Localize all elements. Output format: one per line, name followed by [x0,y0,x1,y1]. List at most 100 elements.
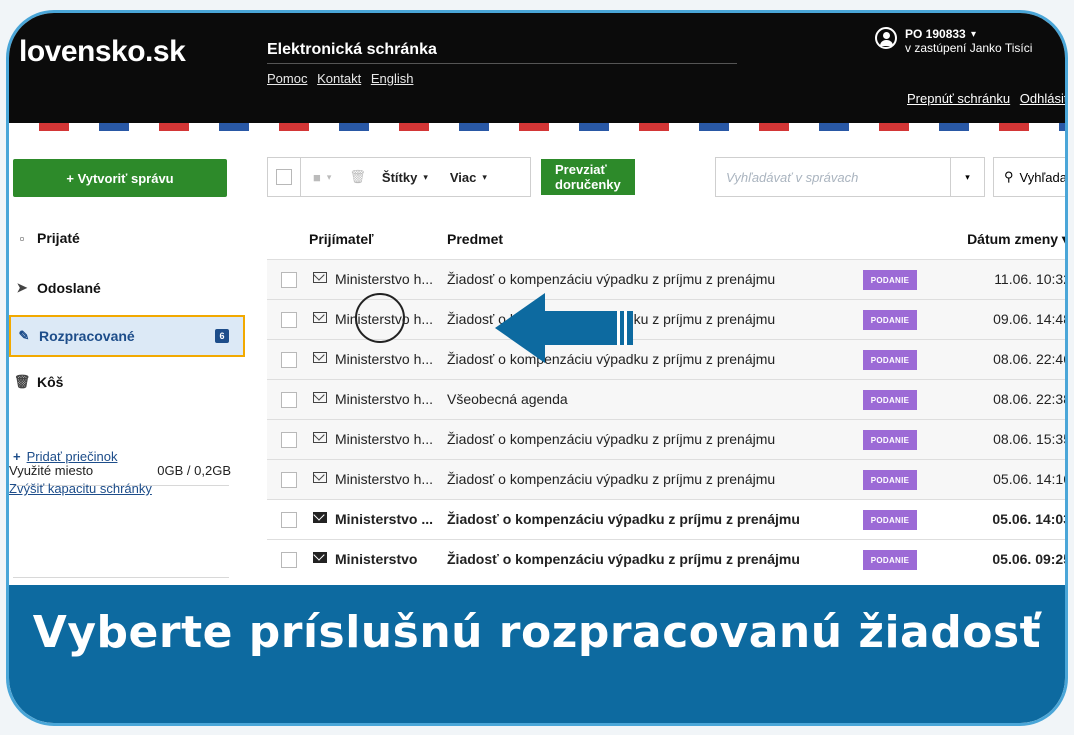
row-tag-badge: PODANIE [863,430,917,450]
search-button-label: Vyhľadať [1019,169,1068,185]
row-checkbox[interactable] [281,432,297,448]
row-subject: Všeobecná agenda [447,391,568,407]
row-subject: Žiadosť o kompenzáciu výpadku z príjmu z… [447,511,800,527]
search-placeholder: Vyhľadávať v správach [726,169,859,185]
tutorial-caption: Vyberte príslušnú rozpracovanú žiadosť [32,607,1042,658]
user-id: PO 190833 [905,27,966,41]
table-row[interactable]: Ministerstvo h...Žiadosť o kompenzáciu v… [267,419,1068,460]
increase-capacity-link[interactable]: Zvýšiť kapacitu schránky [9,481,152,496]
row-date: 09.06. 14:48 [993,311,1068,327]
storage-label: Využité miesto [9,463,94,478]
envelope-icon [313,272,327,283]
row-checkbox[interactable] [281,552,297,568]
table-row[interactable]: Ministerstvo ... Žiadosť o kompenzáciu vý… [267,499,1065,540]
title-divider [267,63,737,64]
cursor-highlight [355,293,405,343]
table-row[interactable]: Ministerstvo h...Žiadosť o kompenzáciu v… [267,339,1065,380]
pencil-icon: ✎ [18,328,30,343]
contact-link[interactable]: Kontakt [317,71,361,86]
row-recipient: Ministerstvo ... [335,511,434,527]
user-representation: v zastúpení Janko Tisíci [905,41,1033,55]
envelope-icon [313,392,327,403]
row-subject: Žiadosť o kompenzáciu výpadku z príjmu z… [447,271,776,287]
add-folder-link[interactable]: + Pridať priečinok [13,449,117,464]
row-date: 08.06. 15:35 [993,431,1068,447]
switch-box-link[interactable]: Prepnúť schránku [907,91,1010,106]
english-link[interactable]: English [371,71,414,86]
row-recipient: Ministerstvo h... [335,271,434,287]
storage-value: 0GB / 0,2GB [157,463,231,478]
sidebar-item-label: Prijaté [37,230,80,246]
row-recipient: Ministerstvo h... [335,351,434,367]
row-date: 05.06. 14:16 [993,471,1068,487]
send-icon: ➤ [16,280,28,295]
search-input[interactable]: Vyhľadávať v správach [715,157,951,197]
sidebar-item-drafts[interactable]: ✎ Rozpracované 6 [9,315,245,357]
more-dropdown[interactable]: Viac [450,170,477,185]
row-checkbox[interactable] [281,472,297,488]
row-tag-badge: PODANIE [863,350,917,370]
row-tag-badge: PODANIE [863,470,917,490]
sidebar-divider [13,577,229,578]
row-checkbox[interactable] [281,512,297,528]
account-links: Prepnúť schránku Odhlásiť sa [907,91,1065,106]
row-date: 11.06. 10:32 [994,271,1068,287]
sidebar-item-sent[interactable]: ➤ Odoslané [9,267,245,309]
select-all-checkbox[interactable] [267,157,301,197]
top-header: lovensko.sk Elektronická schránka Pomoc … [9,13,1065,123]
header-links: Pomoc Kontakt English [267,71,419,86]
row-checkbox[interactable] [281,352,297,368]
help-link[interactable]: Pomoc [267,71,307,86]
tutorial-banner: Vyberte príslušnú rozpracovanú žiadosť [9,585,1065,723]
row-checkbox[interactable] [281,312,297,328]
user-icon [875,27,897,49]
folder-icon[interactable]: ■ [313,170,321,185]
chevron-down-icon: ▾ [482,171,487,182]
search-icon: ⚲ [1004,169,1014,184]
app-title: Elektronická schránka [267,41,437,58]
envelope-icon [313,312,327,323]
site-logo[interactable]: lovensko.sk [19,35,186,69]
row-checkbox[interactable] [281,272,297,288]
sidebar-item-label: Rozpracované [39,328,135,344]
storage-usage: Využité miesto 0GB / 0,2GB [9,463,231,478]
plus-icon: + [13,449,21,464]
chevron-down-icon: ▾ [965,171,970,182]
row-recipient: Ministerstvo [335,551,418,567]
pointer-arrow [495,293,633,363]
row-recipient: Ministerstvo h... [335,471,434,487]
sidebar-item-trash[interactable]: 🗑 Kôš [9,361,245,403]
row-recipient: Ministerstvo h... [335,391,434,407]
tutorial-frame: lovensko.sk Elektronická schránka Pomoc … [6,10,1068,726]
row-date: 08.06. 22:38 [993,391,1068,407]
labels-dropdown[interactable]: Štítky [382,170,417,185]
table-row[interactable]: Ministerstvo h... Žiadosť o kompenzáciu v… [267,459,1068,500]
row-subject: Žiadosť o kompenzáciu výpadku z príjmu z… [447,431,776,447]
row-subject: Žiadosť o kompenzáciu výpadku z príjmu z… [447,471,776,487]
chevron-down-icon[interactable]: ▾ [971,29,976,40]
column-recipient[interactable]: Prijímateľ [309,231,374,247]
search-button[interactable]: ⚲ Vyhľadať [993,157,1068,197]
chevron-down-icon: ▾ [326,171,332,182]
column-subject[interactable]: Predmet [447,231,503,247]
create-message-button[interactable]: + Vytvoriť správu [13,159,227,197]
envelope-icon [313,472,327,483]
logout-link[interactable]: Odhlásiť sa [1020,91,1065,106]
flag-stripe [9,123,1065,131]
row-checkbox[interactable] [281,392,297,408]
row-tag-badge: PODANIE [863,310,917,330]
action-group: ■ ▾ 🗑 Štítky ▾ Viac ▾ [301,157,531,197]
sidebar-item-received[interactable]: ▫ Prijaté [9,217,245,259]
checkbox [276,169,292,185]
trash-icon: 🗑 [13,374,31,389]
table-row[interactable]: Ministerstvo Žiadosť o kompenzáciu výpadk… [267,539,1065,580]
trash-icon[interactable]: 🗑 [349,169,366,185]
table-row[interactable]: Ministerstvo h... Všeobecná agenda PODANIE… [267,379,1068,420]
row-subject: Žiadosť o kompenzáciu výpadku z príjmu z… [447,551,800,567]
envelope-icon [313,352,327,363]
envelope-icon [313,432,327,443]
row-tag-badge: PODANIE [863,550,917,570]
column-date-sort[interactable]: Dátum zmeny ▾ [967,231,1065,248]
search-options-dropdown[interactable]: ▾ [951,157,985,197]
receive-receipts-button[interactable]: Prevziať doručenky [541,159,635,195]
